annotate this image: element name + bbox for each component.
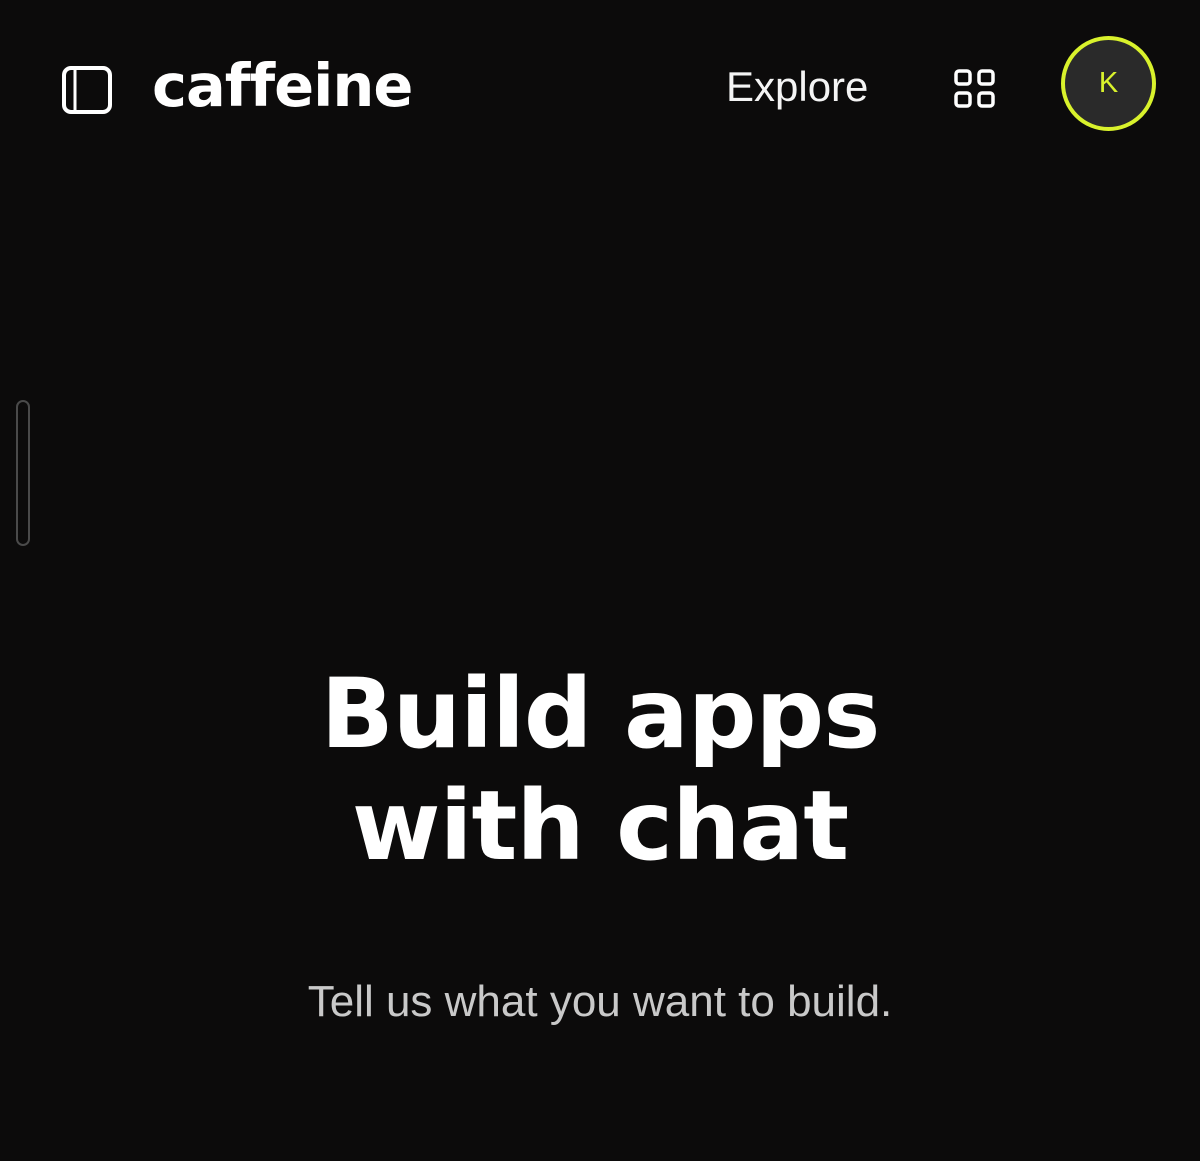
hero-title-line-1: Build apps bbox=[320, 658, 881, 770]
side-drag-handle[interactable] bbox=[16, 400, 30, 546]
hero-title: Build apps with chat bbox=[0, 658, 1200, 882]
apps-grid-button[interactable] bbox=[946, 62, 1004, 116]
user-avatar-button[interactable]: K bbox=[1061, 36, 1156, 131]
avatar-initial: K bbox=[1098, 67, 1119, 99]
nav-explore-link[interactable]: Explore bbox=[726, 60, 868, 114]
hero-title-line-2: with chat bbox=[351, 770, 849, 882]
hero-subtitle: Tell us what you want to build. bbox=[307, 977, 893, 1026]
sidebar-toggle-button[interactable] bbox=[58, 62, 116, 118]
brand-logo[interactable]: caffeine bbox=[152, 48, 413, 124]
grid-icon bbox=[954, 69, 995, 108]
sidebar-panel-icon bbox=[62, 66, 112, 114]
